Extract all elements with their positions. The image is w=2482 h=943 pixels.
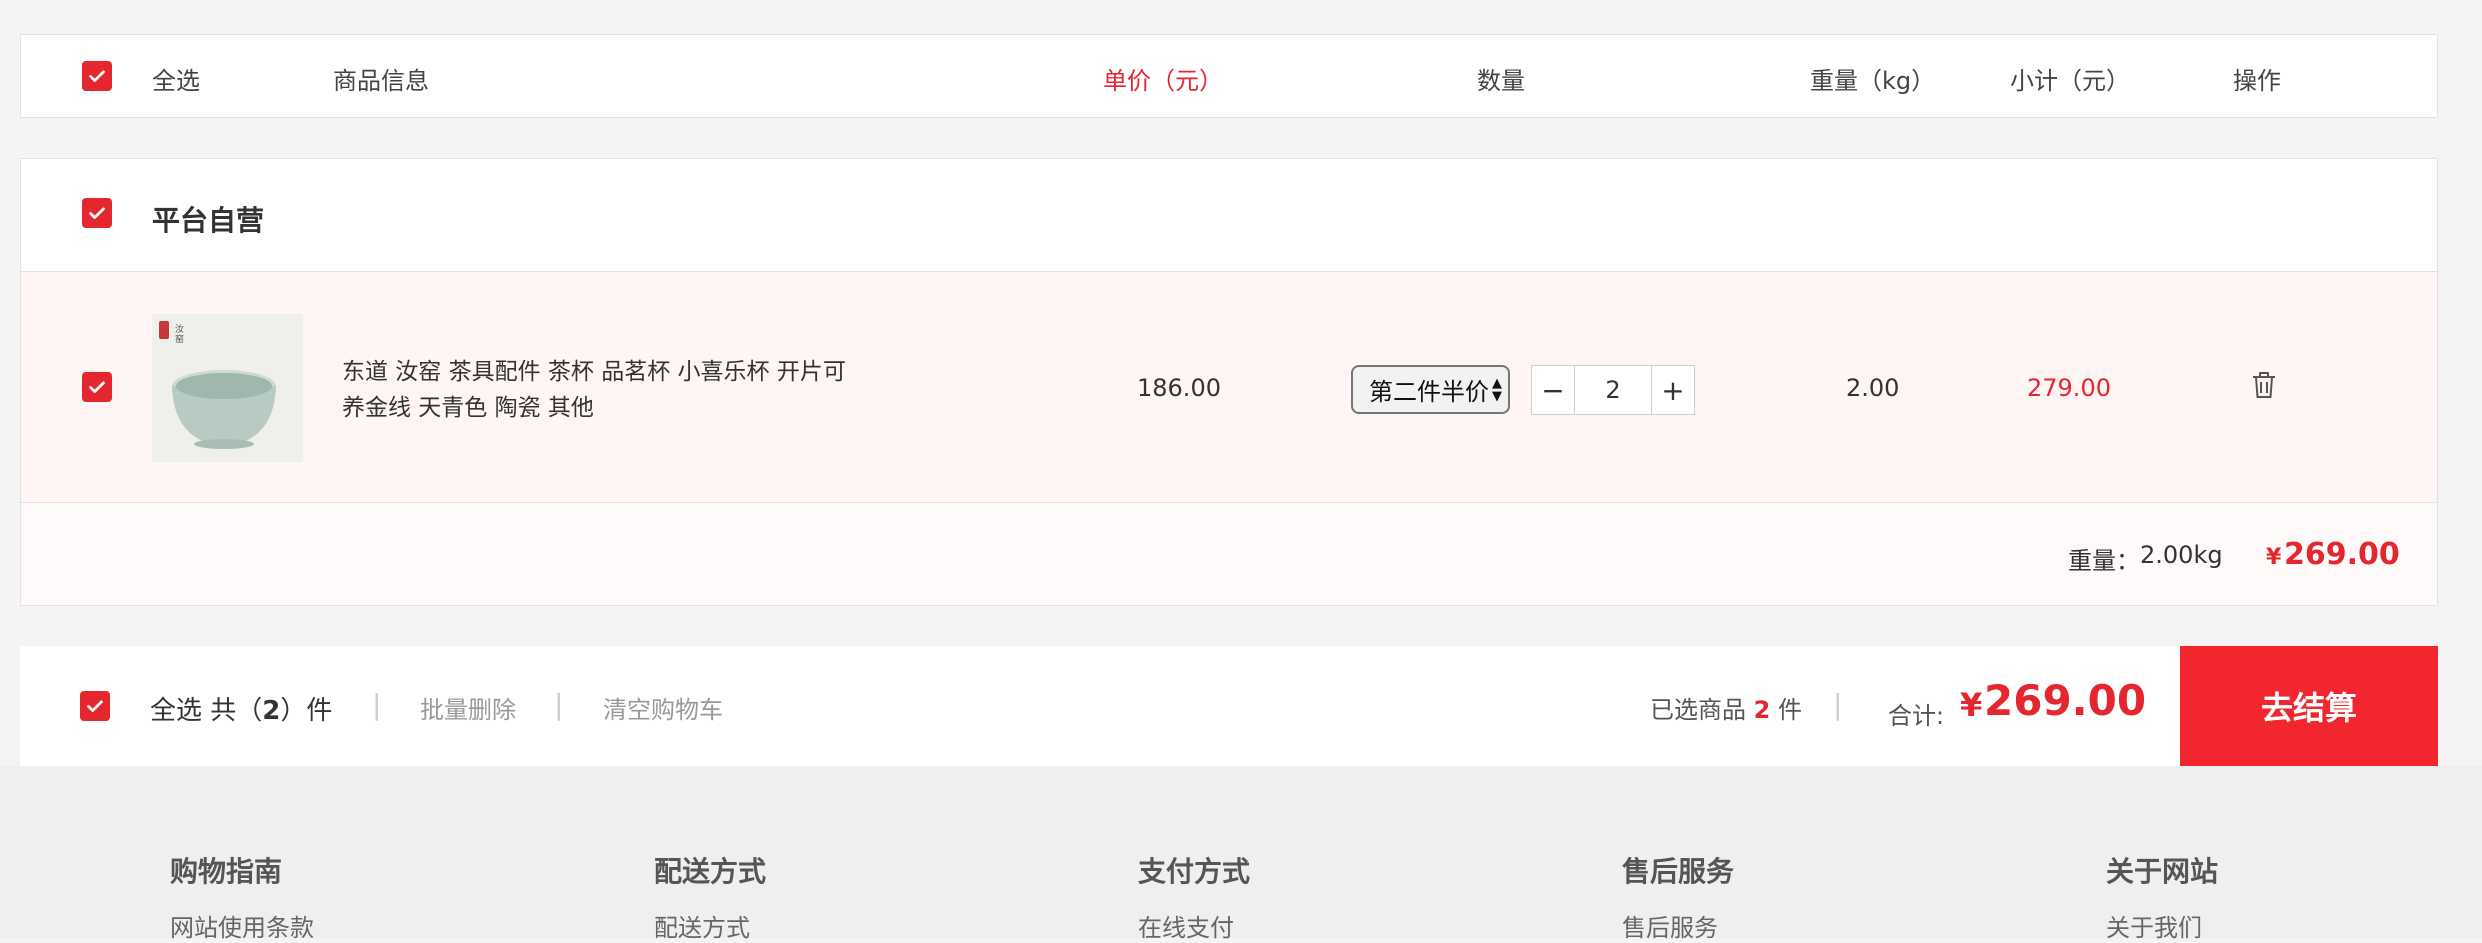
select-all-checkbox[interactable] [82,61,112,91]
count-prefix: 共（ [210,696,263,726]
selected-prefix: 已选商品 [1650,696,1746,724]
select-all-label: 全选 [152,67,200,95]
checkmark-icon [87,700,103,712]
total-label: 合计: [1888,702,1945,730]
shop-name[interactable]: 平台自营 [152,199,264,239]
item-title-line1: 东道 汝窑 茶具配件 茶杯 品茗杯 小喜乐杯 开片可 [342,359,846,385]
footer-title: 支付方式 [1138,855,1251,888]
product-info-header: 商品信息 [333,67,429,95]
footer-col-guide: 购物指南 网站使用条款 [170,850,314,943]
selected-count: 2 [1753,696,1771,724]
quantity-header: 数量 [1477,67,1525,95]
shop-header: 平台自营 [21,159,2437,272]
cart-item-row: 汝 窑 东道 汝窑 茶具配件 茶杯 品茗杯 小喜乐杯 开片可 养金线 天青色 陶… [21,272,2437,503]
weight-header: 重量（kg） [1810,67,1936,95]
promo-select[interactable]: 第二件半价 ▲ ▼ [1351,365,1510,414]
svg-text:汝: 汝 [175,323,184,335]
footer-col-payment: 支付方式 在线支付 [1138,850,1250,943]
shop-summary: 重量： 2.00kg ¥ 269.00 [21,503,2437,605]
checkmark-icon [89,70,105,82]
divider: | [372,688,382,721]
item-subtotal: 279.00 [2027,374,2111,402]
total-currency: ¥ [1960,686,1983,724]
footer-col-aftersales: 售后服务 售后服务 [1622,850,1734,943]
item-weight: 2.00 [1846,374,1900,402]
footer-col-about: 关于网站 关于我们 [2106,850,2218,943]
shop-total-currency: ¥ [2266,545,2282,570]
item-title-line2: 养金线 天青色 陶瓷 其他 [342,395,594,421]
teacup-image-icon: 汝 窑 [152,314,303,462]
divider: | [1833,688,1843,721]
clear-cart-link[interactable]: 清空购物车 [603,690,723,725]
shop-total: 269.00 [2284,537,2400,572]
divider: | [554,688,564,721]
shop-weight-label: 重量： [2068,547,2140,575]
increase-button[interactable]: + [1652,366,1694,414]
checkout-bar: 全选 共（2）件 | 批量删除 | 清空购物车 已选商品 2 件 | 合计: ¥… [20,646,2438,766]
selected-suffix: 件 [1777,696,1802,724]
item-checkbox[interactable] [82,372,112,402]
item-count: 2 [262,696,281,726]
item-unit-price: 186.00 [1137,374,1221,402]
unit-price-header[interactable]: 单价（元） [1103,61,1223,96]
subtotal-header: 小计（元） [2010,67,2130,95]
cart-header: 全选 商品信息 单价（元） 数量 重量（kg） 小计（元） 操作 [20,34,2438,118]
footer-title: 售后服务 [1622,855,1735,888]
bottom-select-all-checkbox[interactable] [80,691,110,721]
footer-title: 配送方式 [654,855,767,888]
trash-icon [2253,372,2275,398]
footer-col-delivery: 配送方式 配送方式 [654,850,766,943]
quantity-input[interactable]: 2 [1574,366,1652,414]
svg-text:窑: 窑 [175,333,184,345]
shop-group: 平台自营 汝 窑 东道 汝窑 茶具配件 茶杯 品茗杯 小喜乐杯 开片可 养金线 … [20,158,2438,606]
checkmark-icon [89,207,105,219]
checkout-button[interactable]: 去结算 [2180,646,2438,766]
grand-total: 269.00 [1984,676,2147,725]
item-title[interactable]: 东道 汝窑 茶具配件 茶杯 品茗杯 小喜乐杯 开片可 养金线 天青色 陶瓷 其他 [342,354,846,426]
selected-count-summary: 全选 共（2）件 [150,690,332,727]
quantity-stepper[interactable]: − 2 + [1531,365,1695,415]
checkmark-icon [89,381,105,393]
decrease-button[interactable]: − [1532,366,1574,414]
delete-item-button[interactable] [2247,368,2281,402]
site-footer: 购物指南 网站使用条款 配送方式 配送方式 支付方式 在线支付 售后服务 售后服… [0,766,2482,942]
shop-checkbox[interactable] [82,198,112,228]
promo-select-value: 第二件半价 [1369,378,1489,406]
bottom-select-all-label[interactable]: 全选 [150,696,202,726]
select-arrows-icon: ▲ ▼ [1492,376,1502,404]
batch-delete-link[interactable]: 批量删除 [420,690,516,725]
selected-items-info: 已选商品 2 件 [1650,690,1802,725]
footer-title: 关于网站 [2106,855,2219,888]
checkout-button-label: 去结算 [2260,689,2357,727]
footer-title: 购物指南 [170,855,283,888]
shop-weight-value: 2.00kg [2140,541,2223,569]
actions-header: 操作 [2233,67,2281,95]
teacup-image[interactable]: 汝 窑 [152,314,303,462]
count-suffix: ）件 [280,696,333,726]
